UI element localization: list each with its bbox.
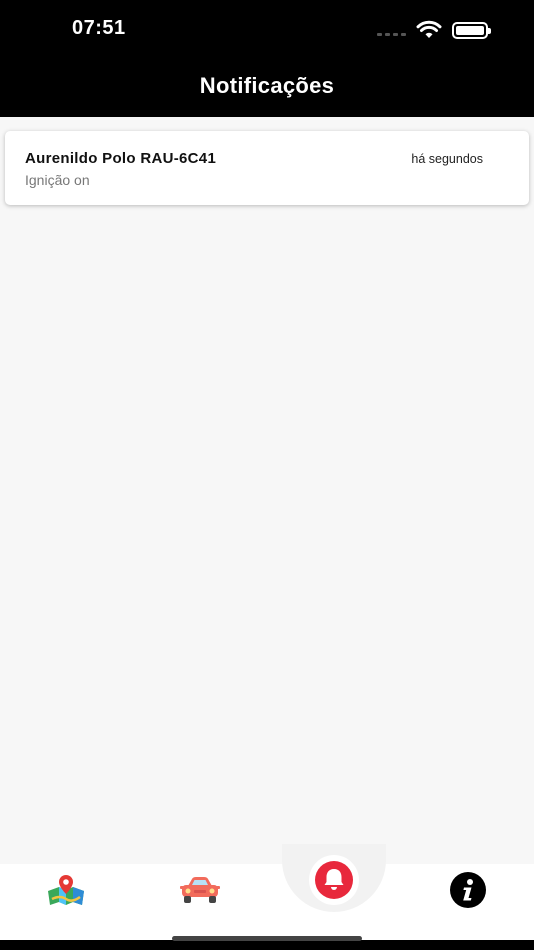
tab-bar [0, 844, 534, 940]
wifi-icon [416, 20, 442, 38]
notification-title: Aurenildo Polo RAU-6C41 [25, 150, 217, 167]
tab-notifications[interactable] [304, 850, 364, 910]
battery-icon [452, 21, 491, 39]
info-icon [450, 872, 486, 908]
notification-message: Ignição on [25, 172, 90, 188]
bell-icon [315, 861, 353, 899]
page-title: Notificações [199, 73, 335, 98]
tab-info[interactable] [440, 864, 496, 916]
notification-card[interactable]: Aurenildo Polo RAU-6C41 há segundos Igni… [5, 131, 529, 205]
header: 07:51 Notificações [0, 0, 534, 117]
car-icon [180, 877, 220, 903]
signal-icon [377, 32, 406, 36]
status-time: 07:51 [72, 17, 126, 39]
map-pin-icon [48, 875, 84, 905]
tab-notifications-active [309, 855, 359, 905]
tab-vehicles[interactable] [172, 864, 228, 916]
bottom-strip [0, 940, 534, 950]
home-indicator [172, 936, 362, 941]
status-icons [377, 20, 491, 40]
notification-time: há segundos [411, 152, 483, 166]
tab-maps[interactable] [38, 864, 94, 916]
